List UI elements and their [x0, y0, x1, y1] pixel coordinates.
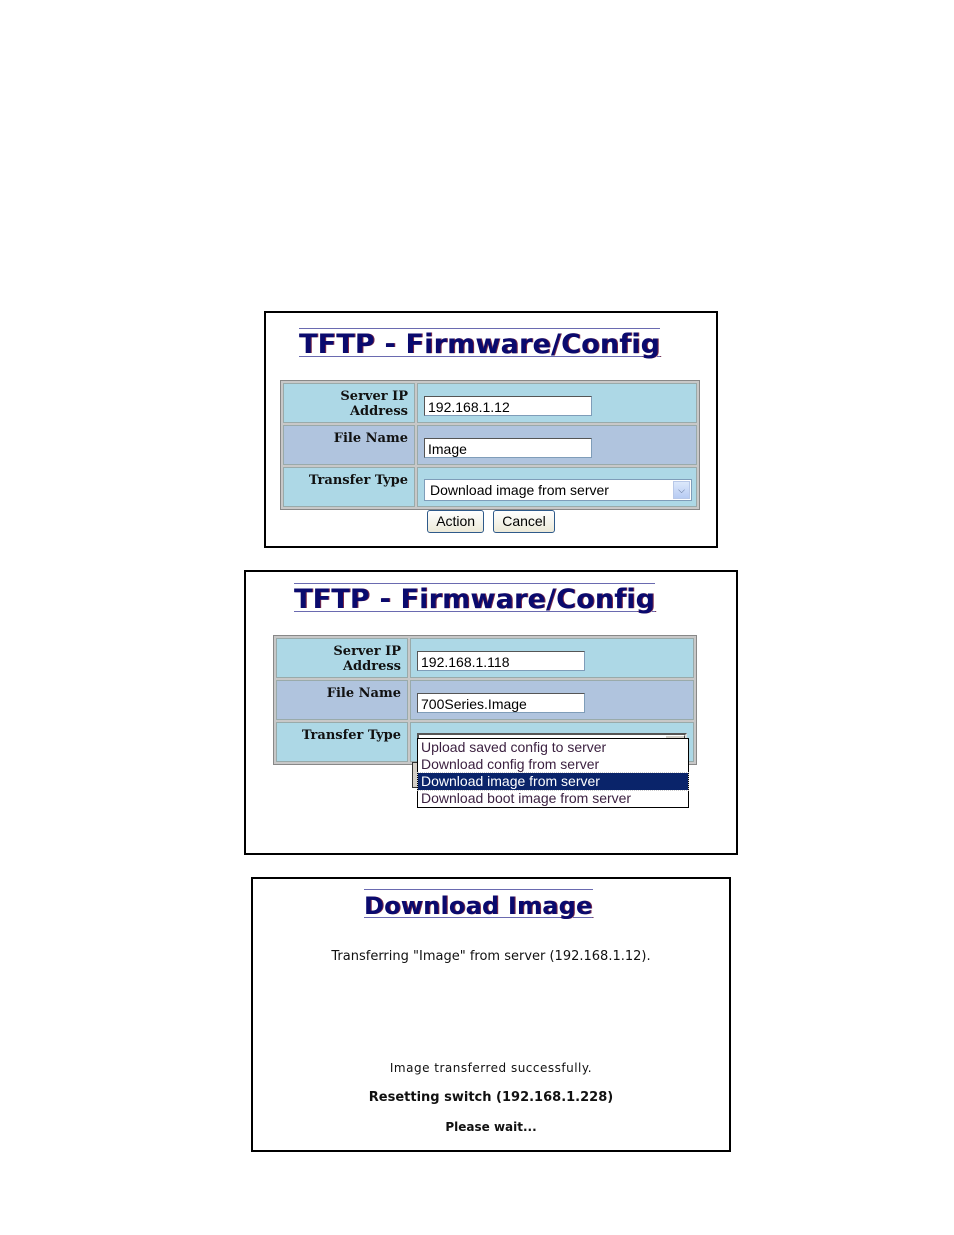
transferring-message: Transferring "Image" from server (192.16… [331, 949, 651, 964]
dropdown-option-selected[interactable]: Download image from server [417, 772, 689, 791]
chevron-down-icon[interactable]: ⌵ [673, 480, 690, 499]
wait-message: Please wait... [445, 1120, 537, 1134]
transfer-type-select[interactable]: Download image from server ⌵ [424, 478, 692, 501]
page-title: Download Image [364, 889, 593, 921]
file-name-label: File Name [283, 425, 415, 465]
server-ip-label: Server IP Address [276, 638, 408, 678]
server-ip-input[interactable]: 192.168.1.12 [424, 395, 592, 416]
success-message: Image transferred successfully. [389, 1061, 593, 1075]
download-image-panel: Download Image Transferring "Image" from… [251, 877, 731, 1152]
tftp-config-panel-dropdown-open: TFTP - Firmware/Config Server IP Address… [244, 570, 738, 855]
page-title: TFTP - Firmware/Config [294, 583, 656, 615]
cancel-button[interactable]: Cancel [493, 510, 555, 533]
dropdown-option[interactable]: Download config from server [418, 756, 688, 773]
tftp-config-panel: TFTP - Firmware/Config Server IP Address… [264, 311, 718, 548]
dropdown-option[interactable]: Download boot image from server [418, 790, 688, 807]
server-ip-row: Server IP Address 192.168.1.12 [283, 383, 697, 423]
transfer-type-label: Transfer Type [283, 467, 415, 507]
tftp-form-table: Server IP Address 192.168.1.12 File Name… [280, 380, 700, 510]
transfer-type-label: Transfer Type [276, 722, 408, 762]
button-bar: Action Cancel [266, 510, 716, 533]
file-name-label: File Name [276, 680, 408, 720]
page-title: TFTP - Firmware/Config [299, 328, 661, 360]
transfer-type-value: Download image from server [430, 481, 609, 498]
file-name-input[interactable]: 700Series.Image [417, 692, 585, 713]
dropdown-option[interactable]: Upload saved config to server [418, 739, 688, 756]
resetting-message: Resetting switch (192.168.1.228) [368, 1090, 614, 1105]
server-ip-label: Server IP Address [283, 383, 415, 423]
transfer-type-dropdown-list: Upload saved config to server Download c… [417, 738, 689, 808]
server-ip-row: Server IP Address 192.168.1.118 [276, 638, 694, 678]
action-button[interactable]: Action [427, 510, 485, 533]
server-ip-input[interactable]: 192.168.1.118 [417, 650, 585, 671]
transfer-type-row: Transfer Type Download image from server… [283, 467, 697, 507]
file-name-row: File Name Image [283, 425, 697, 465]
file-name-input[interactable]: Image [424, 437, 592, 458]
file-name-row: File Name 700Series.Image [276, 680, 694, 720]
